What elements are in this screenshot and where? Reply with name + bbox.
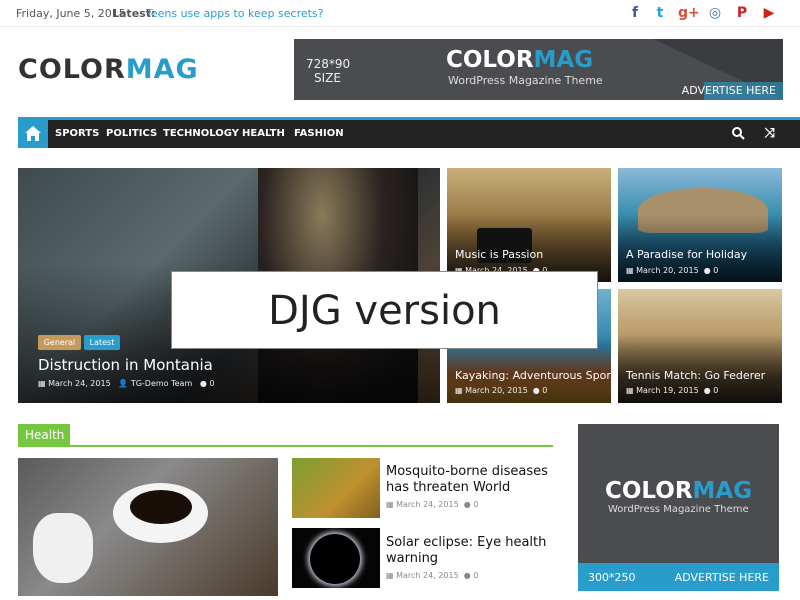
ad-cta[interactable]: ADVERTISE HERE <box>675 571 769 584</box>
home-icon <box>25 126 41 141</box>
post-date[interactable]: March 19, 2015 <box>636 386 699 395</box>
twitter-icon[interactable]: t <box>651 4 669 22</box>
section-heading-health[interactable]: Health <box>18 424 70 446</box>
comment-count[interactable]: 0 <box>542 386 547 395</box>
home-button[interactable] <box>18 120 48 148</box>
youtube-icon[interactable]: ▶ <box>760 4 778 22</box>
ad-cta[interactable]: ADVERTISE HERE <box>682 84 776 97</box>
main-navigation: SPORTS POLITICS TECHNOLOGY HEALTH FASHIO… <box>18 117 800 148</box>
top-bar: Friday, June 5, 2015 Latest: Teens use a… <box>0 0 800 27</box>
comment-count[interactable]: 0 <box>473 571 478 580</box>
calendar-icon: ▦ <box>626 386 637 395</box>
ad-brand-color: COLOR <box>446 47 534 73</box>
tag-latest[interactable]: Latest <box>84 335 120 350</box>
ad-size-label: 300*250 <box>588 571 636 584</box>
search-icon[interactable] <box>731 126 745 140</box>
jug-shape <box>33 513 93 583</box>
ad-size-word: SIZE <box>314 71 341 85</box>
nav-item-technology[interactable]: TECHNOLOGY <box>163 128 239 139</box>
post-title-eclipse[interactable]: Solar eclipse: Eye health warning <box>386 535 546 567</box>
tile-meta-tennis: ▦ March 19, 2015 ● 0 <box>626 386 718 395</box>
nav-item-sports[interactable]: SPORTS <box>55 128 99 139</box>
featured-tile-paradise[interactable] <box>618 168 782 282</box>
logo-text-color: COLOR <box>18 54 126 85</box>
ad-size-label: 728*90 <box>306 57 351 71</box>
current-date: Friday, June 5, 2015 <box>16 7 126 20</box>
ad-brand: COLORMAG <box>605 478 752 504</box>
calendar-icon: ▦ <box>386 571 397 580</box>
post-author[interactable]: TG-Demo Team <box>131 379 192 388</box>
post-date[interactable]: March 20, 2015 <box>465 386 528 395</box>
post-meta-eclipse: ▦ March 24, 2015 ● 0 <box>386 571 478 580</box>
tile-title-paradise[interactable]: A Paradise for Holiday <box>626 248 747 261</box>
shuffle-icon[interactable]: ⤨ <box>765 126 775 141</box>
nav-item-health[interactable]: HEALTH <box>242 128 285 139</box>
ad-tagline: WordPress Magazine Theme <box>608 504 749 515</box>
google-plus-icon[interactable]: g+ <box>678 4 700 22</box>
ad-brand-color: COLOR <box>605 478 693 504</box>
calendar-icon: ▦ <box>386 500 397 509</box>
post-date[interactable]: March 20, 2015 <box>636 266 699 275</box>
nav-item-fashion[interactable]: FASHION <box>294 128 344 139</box>
post-title-line: warning <box>386 551 439 566</box>
tile-meta-kayaking: ▦ March 20, 2015 ● 0 <box>455 386 547 395</box>
post-title-line: Solar eclipse: Eye health <box>386 535 547 550</box>
tile-title-tennis[interactable]: Tennis Match: Go Federer <box>626 369 765 382</box>
comment-count[interactable]: 0 <box>713 386 718 395</box>
ad-brand-mag: MAG <box>533 47 594 73</box>
tag-general[interactable]: General <box>38 335 81 350</box>
pinterest-icon[interactable]: P <box>733 4 751 22</box>
comment-icon: ● <box>698 386 714 395</box>
ad-tagline: WordPress Magazine Theme <box>448 74 603 87</box>
header-ad-banner[interactable]: 728*90 SIZE COLORMAG WordPress Magazine … <box>294 39 783 100</box>
featured-main-title[interactable]: Distruction in Montania <box>38 356 213 374</box>
featured-main-meta: ▦ March 24, 2015 👤 TG-Demo Team ● 0 <box>38 379 215 388</box>
ad-brand: COLORMAG <box>446 47 593 73</box>
eclipse-post-image[interactable] <box>292 528 380 588</box>
eclipse-shape <box>310 534 360 584</box>
ad-brand-mag: MAG <box>692 478 753 504</box>
calendar-icon: ▦ <box>455 386 466 395</box>
comment-icon: ● <box>698 266 714 275</box>
post-title-mosquito[interactable]: Mosquito-borne diseases has threaten Worl… <box>386 464 548 496</box>
facebook-icon[interactable]: f <box>626 4 644 22</box>
comment-count[interactable]: 0 <box>473 500 478 509</box>
post-title-line: has threaten World <box>386 480 511 495</box>
comment-icon: ● <box>527 386 543 395</box>
sidebar-ad-banner[interactable]: COLORMAG WordPress Magazine Theme 300*25… <box>578 424 779 591</box>
coffee-shape <box>130 490 192 524</box>
post-date[interactable]: March 24, 2015 <box>396 500 459 509</box>
comment-count[interactable]: 0 <box>713 266 718 275</box>
instagram-icon[interactable]: ◎ <box>706 4 724 22</box>
nav-item-politics[interactable]: POLITICS <box>106 128 157 139</box>
logo-text-mag: MAG <box>125 54 199 85</box>
post-date[interactable]: March 24, 2015 <box>48 379 111 388</box>
version-watermark: DJG version <box>171 271 598 349</box>
post-date[interactable]: March 24, 2015 <box>396 571 459 580</box>
post-meta-mosquito: ▦ March 24, 2015 ● 0 <box>386 500 478 509</box>
comment-icon: ● <box>194 379 210 388</box>
calendar-icon: ▦ <box>626 266 637 275</box>
tile-title-kayaking[interactable]: Kayaking: Adventurous Sport <box>455 369 615 382</box>
site-logo[interactable]: COLORMAG <box>18 54 199 85</box>
calendar-icon: ▦ <box>38 379 49 388</box>
comment-count[interactable]: 0 <box>209 379 214 388</box>
post-title-line: Mosquito-borne diseases <box>386 464 548 479</box>
health-main-post-image[interactable] <box>18 458 278 596</box>
mosquito-post-image[interactable] <box>292 458 380 518</box>
user-icon: 👤 <box>113 379 131 388</box>
tile-title-music[interactable]: Music is Passion <box>455 248 543 261</box>
tile-meta-paradise: ▦ March 20, 2015 ● 0 <box>626 266 718 275</box>
comment-icon: ● <box>458 500 474 509</box>
featured-tile-music[interactable] <box>447 168 611 282</box>
comment-icon: ● <box>458 571 474 580</box>
section-divider <box>18 445 553 447</box>
latest-news-link[interactable]: Teens use apps to keep secrets? <box>146 7 324 20</box>
